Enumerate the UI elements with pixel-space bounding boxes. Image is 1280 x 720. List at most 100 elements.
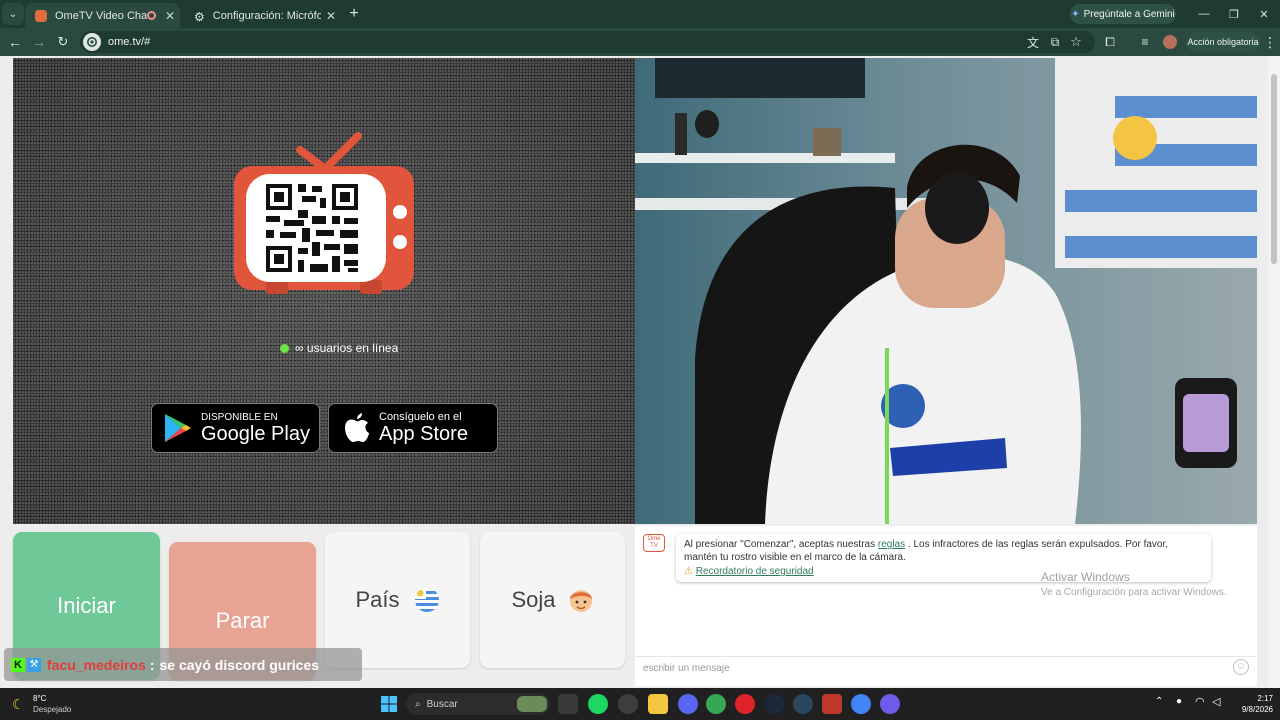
page-scrollbar[interactable]: [1268, 56, 1280, 688]
steam-icon[interactable]: [764, 694, 784, 714]
weather-widget[interactable]: 8°C Despejado: [33, 693, 71, 715]
chat-panel: Ome TV Al presionar "Comenzar", aceptas …: [635, 526, 1257, 686]
search-highlight-icon: [517, 696, 547, 712]
qr-tv-icon: [234, 132, 414, 294]
voicemeeter-icon[interactable]: [822, 694, 842, 714]
boy-emoji-icon: [569, 590, 592, 612]
gender-label: Soja: [511, 587, 556, 612]
new-tab-button[interactable]: +: [342, 2, 366, 26]
google-play-big-text: Google Play: [201, 422, 310, 445]
apple-icon: [345, 413, 369, 442]
warning-icon: ⚠: [684, 566, 693, 577]
gemini-label: Pregúntale a Gemini: [1083, 8, 1175, 20]
emoji-icon[interactable]: ☺: [1233, 659, 1249, 675]
taskbar-search-placeholder: Buscar: [426, 698, 458, 710]
volume-icon[interactable]: ◁: [1212, 695, 1220, 708]
gemini-button[interactable]: ✦ Pregúntale a Gemini: [1070, 4, 1176, 24]
windows-activation-title: Activar Windows: [1041, 570, 1130, 584]
scrollbar-thumb[interactable]: [1271, 74, 1277, 264]
partner-video-static: ∞ usuarios en línea DISPONIBLE EN Google…: [13, 58, 635, 524]
extensions-icon[interactable]: ⧠: [1098, 28, 1122, 56]
windows-taskbar: ☾ 8°C Despejado ⌕ Buscar ⌃ ● ◠ ◁ 2:17 9/…: [0, 688, 1280, 720]
rules-link[interactable]: reglas: [878, 539, 905, 550]
windows-start-icon[interactable]: [381, 696, 397, 712]
overlay-username: facu_medeiros: [47, 656, 146, 673]
overlay-message: se cayó discord gurices: [159, 656, 320, 673]
chrome-active-icon[interactable]: [851, 694, 871, 714]
webcam-scene: [635, 58, 1257, 524]
maximize-button[interactable]: ❐: [1222, 0, 1246, 28]
kick-badge-icon: K: [11, 657, 25, 672]
tab-search-icon[interactable]: ⌄: [2, 3, 24, 25]
translate-icon[interactable]: 文: [1021, 28, 1045, 56]
chrome-icon[interactable]: [706, 694, 726, 714]
close-tab-icon[interactable]: ✕: [160, 9, 180, 23]
wifi-icon[interactable]: ◠: [1195, 695, 1205, 708]
bookmark-star-icon[interactable]: ☆: [1064, 28, 1088, 56]
search-icon: ⌕: [415, 698, 421, 710]
address-bar[interactable]: ome.tv/#: [80, 31, 1095, 53]
obs-icon[interactable]: [618, 694, 638, 714]
reload-icon[interactable]: ↻: [51, 28, 75, 56]
site-info-icon[interactable]: [83, 33, 101, 51]
country-label: País: [355, 587, 400, 612]
minimize-button[interactable]: —: [1192, 0, 1216, 28]
stop-label: Parar: [215, 608, 270, 633]
overlay-separator: :: [149, 656, 155, 673]
browser-toolbar: ← → ↻ ome.tv/# 文 ⧉ ☆ ⧠ ≡ Acción obligato…: [0, 28, 1280, 56]
chat-message-input[interactable]: escribir un mensaje: [635, 656, 1257, 680]
url-text: ome.tv/#: [108, 36, 151, 48]
tab-title: OmeTV Video Chat — Alte: [55, 9, 147, 22]
menu-icon[interactable]: ⋮: [1258, 28, 1280, 56]
sparkle-icon: ✦: [1071, 8, 1080, 20]
account-action-button[interactable]: Acción obligatoria: [1186, 32, 1260, 52]
moon-weather-icon: ☾: [12, 696, 25, 712]
ometv-logo-icon: Ome TV: [643, 534, 665, 552]
ometv-favicon-icon: [35, 9, 47, 22]
online-users-text: ∞ usuarios en línea: [295, 341, 399, 355]
online-users-indicator: ∞ usuarios en línea: [280, 341, 398, 355]
tab-title: Configuración: Micrófono: [212, 9, 321, 22]
app-store-badge[interactable]: Consíguelo en el App Store: [328, 403, 498, 453]
taskbar-clock[interactable]: 2:17 9/8/2026: [1229, 693, 1273, 715]
gender-button[interactable]: Soja: [480, 532, 625, 668]
task-view-icon[interactable]: [558, 694, 578, 714]
tab-strip: ⌄ OmeTV Video Chat — Alte ✕ ⚙ Configurac…: [0, 0, 1280, 28]
clock-time: 2:17: [1257, 694, 1273, 703]
windows-activation-subtitle: Ve a Configuración para activar Windows.: [1041, 587, 1227, 598]
rules-notice: Al presionar "Comenzar", aceptas nuestra…: [676, 534, 1211, 582]
steam-alt-icon[interactable]: [793, 694, 813, 714]
spotify-icon[interactable]: [588, 694, 608, 714]
google-play-badge[interactable]: DISPONIBLE EN Google Play: [151, 403, 320, 453]
clock-date: 9/8/2026: [1241, 705, 1273, 714]
app-store-small-text: Consíguelo en el: [379, 410, 462, 423]
back-icon[interactable]: ←: [3, 28, 27, 56]
recording-icon: [147, 11, 156, 20]
forward-icon[interactable]: →: [27, 28, 51, 56]
rules-prefix: Al presionar "Comenzar", aceptas nuestra…: [684, 539, 876, 550]
app-store-big-text: App Store: [379, 422, 468, 445]
app-circle-icon[interactable]: [880, 694, 900, 714]
media-control-icon[interactable]: ≡: [1133, 28, 1157, 56]
microphone-icon[interactable]: ●: [1176, 696, 1182, 707]
close-tab-icon[interactable]: ✕: [321, 9, 341, 23]
online-dot-icon: [280, 343, 289, 353]
gear-icon: ⚙: [194, 9, 205, 24]
tray-chevron-icon[interactable]: ⌃: [1155, 696, 1163, 707]
uruguay-flag-icon: [414, 588, 439, 612]
weather-desc: Despejado: [33, 705, 72, 714]
tab-configuracion[interactable]: ⚙ Configuración: Micrófono ✕: [184, 3, 341, 28]
stream-chat-overlay: K ⚒ facu_medeiros : se cayó discord guri…: [4, 648, 362, 681]
close-window-button[interactable]: ✕: [1252, 0, 1276, 28]
safety-reminder-link[interactable]: Recordatorio de seguridad: [696, 566, 814, 577]
weather-temp: 8°C: [33, 694, 47, 703]
tab-ometv[interactable]: OmeTV Video Chat — Alte ✕: [25, 3, 180, 28]
start-label: Iniciar: [57, 593, 116, 618]
opera-icon[interactable]: [735, 694, 755, 714]
file-explorer-icon[interactable]: [648, 694, 668, 714]
moderator-badge-icon: ⚒: [27, 657, 41, 672]
taskbar-search[interactable]: ⌕ Buscar: [406, 693, 550, 715]
google-play-small-text: DISPONIBLE EN: [201, 411, 278, 423]
discord-icon[interactable]: [678, 694, 698, 714]
profile-avatar[interactable]: [1158, 28, 1182, 56]
